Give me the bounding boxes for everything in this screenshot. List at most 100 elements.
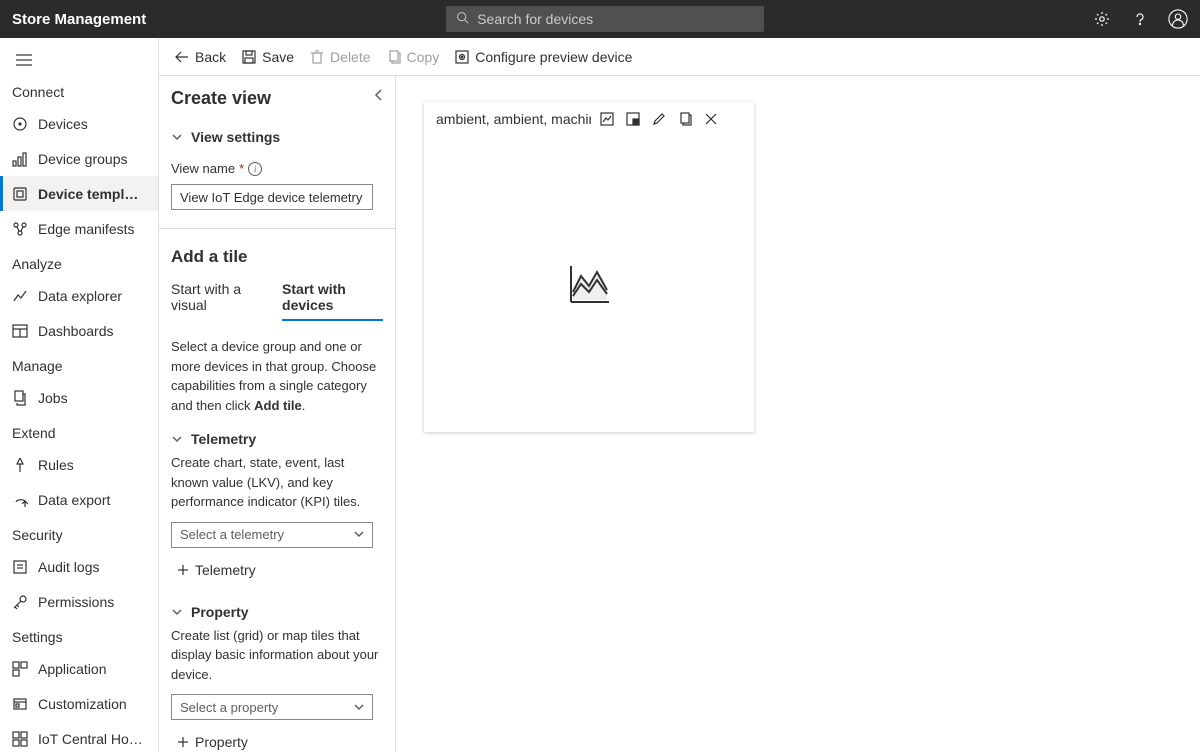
save-label: Save (262, 49, 294, 65)
copy-button[interactable]: Copy (387, 49, 440, 65)
sidebar-item-customization[interactable]: Customization (0, 686, 158, 721)
account-icon[interactable] (1168, 9, 1188, 29)
rules-icon (12, 457, 28, 473)
nav-label: Application (38, 661, 146, 677)
dashboards-icon (12, 323, 28, 339)
add-property-link[interactable]: Property (171, 734, 383, 750)
app-header: Store Management (0, 0, 1200, 38)
sidebar-item-device-templates[interactable]: Device templates (0, 176, 158, 211)
jobs-icon (12, 390, 28, 406)
toolbar: Back Save Delete Copy Configure preview … (159, 38, 1200, 76)
tile-close-icon[interactable] (703, 111, 719, 127)
telemetry-desc: Create chart, state, event, last known v… (171, 453, 383, 512)
sidebar: Connect Devices Device groups Device tem… (0, 38, 159, 752)
app-title: Store Management (12, 11, 146, 28)
sidebar-item-permissions[interactable]: Permissions (0, 584, 158, 619)
telemetry-placeholder: Select a telemetry (180, 527, 284, 542)
nav-label: Dashboards (38, 323, 146, 339)
nav-label: Rules (38, 457, 146, 473)
property-placeholder: Select a property (180, 700, 278, 715)
nav-label: Permissions (38, 594, 146, 610)
view-settings-label: View settings (191, 129, 280, 145)
permissions-icon (12, 594, 28, 610)
sidebar-item-jobs[interactable]: Jobs (0, 380, 158, 415)
nav-label: Device templates (38, 186, 146, 202)
panel-heading: Create view (171, 88, 271, 109)
property-select[interactable]: Select a property (171, 694, 373, 720)
tile-edit-icon[interactable] (651, 111, 667, 127)
tile-size-icon[interactable] (625, 111, 641, 127)
back-button[interactable]: Back (175, 49, 226, 65)
search-icon (456, 11, 469, 27)
device-groups-icon (12, 151, 28, 167)
add-telemetry-link[interactable]: Telemetry (171, 562, 383, 578)
sidebar-item-data-export[interactable]: Data export (0, 482, 158, 517)
telemetry-toggle[interactable]: Telemetry (171, 425, 383, 453)
sidebar-item-iot-central-home[interactable]: IoT Central Home (0, 721, 158, 752)
preview-tile[interactable]: ambient, ambient, machine, machine (424, 102, 754, 432)
search-box[interactable] (446, 6, 764, 32)
tile-chart-type-icon[interactable] (599, 111, 615, 127)
copy-label: Copy (407, 49, 440, 65)
chevron-down-icon (171, 606, 183, 618)
hamburger-menu[interactable] (0, 46, 158, 74)
sidebar-item-data-explorer[interactable]: Data explorer (0, 278, 158, 313)
nav-label: Device groups (38, 151, 146, 167)
sidebar-item-rules[interactable]: Rules (0, 447, 158, 482)
chevron-down-icon (354, 527, 364, 542)
edge-manifests-icon (12, 221, 28, 237)
data-export-icon (12, 492, 28, 508)
nav-label: Edge manifests (38, 221, 146, 237)
property-toggle[interactable]: Property (171, 598, 383, 626)
telemetry-select[interactable]: Select a telemetry (171, 522, 373, 548)
data-explorer-icon (12, 288, 28, 304)
configure-preview-button[interactable]: Configure preview device (455, 49, 632, 65)
nav-section-security: Security (0, 517, 158, 549)
sidebar-item-edge-manifests[interactable]: Edge manifests (0, 211, 158, 246)
tile-header: ambient, ambient, machine, machine (424, 102, 754, 136)
search-input[interactable] (477, 11, 754, 27)
device-templates-icon (12, 186, 28, 202)
devices-icon (12, 116, 28, 132)
property-label: Property (191, 604, 249, 620)
configure-label: Configure preview device (475, 49, 632, 65)
placeholder-chart-icon (567, 264, 611, 304)
view-name-input[interactable] (171, 184, 373, 210)
nav-section-connect: Connect (0, 74, 158, 106)
tab-start-devices[interactable]: Start with devices (282, 281, 383, 321)
nav-label: Data export (38, 492, 146, 508)
sidebar-item-application[interactable]: Application (0, 651, 158, 686)
chevron-down-icon (171, 131, 183, 143)
nav-label: Audit logs (38, 559, 146, 575)
sidebar-item-device-groups[interactable]: Device groups (0, 141, 158, 176)
create-view-panel: Create view View settings View name * i … (159, 76, 396, 752)
audit-logs-icon (12, 559, 28, 575)
collapse-panel-button[interactable] (373, 88, 385, 104)
sidebar-item-dashboards[interactable]: Dashboards (0, 313, 158, 348)
chevron-down-icon (354, 700, 364, 715)
settings-gear-icon[interactable] (1092, 9, 1112, 29)
required-icon: * (239, 161, 244, 176)
tile-body (424, 136, 754, 432)
add-tile-tabs: Start with a visual Start with devices (171, 281, 383, 321)
telemetry-label: Telemetry (191, 431, 256, 447)
tab-start-visual[interactable]: Start with a visual (171, 281, 264, 321)
chevron-down-icon (171, 433, 183, 445)
view-settings-toggle[interactable]: View settings (171, 123, 383, 151)
nav-label: Jobs (38, 390, 146, 406)
save-button[interactable]: Save (242, 49, 294, 65)
nav-section-analyze: Analyze (0, 246, 158, 278)
delete-label: Delete (330, 49, 370, 65)
tile-copy-icon[interactable] (677, 111, 693, 127)
add-tile-heading: Add a tile (171, 247, 383, 267)
help-icon[interactable] (1130, 9, 1150, 29)
sidebar-item-devices[interactable]: Devices (0, 106, 158, 141)
nav-label: Customization (38, 696, 146, 712)
delete-button[interactable]: Delete (310, 49, 370, 65)
canvas-area[interactable]: ambient, ambient, machine, machine (396, 76, 1200, 752)
nav-section-extend: Extend (0, 415, 158, 447)
nav-section-manage: Manage (0, 348, 158, 380)
sidebar-item-audit-logs[interactable]: Audit logs (0, 549, 158, 584)
nav-label: IoT Central Home (38, 731, 146, 747)
info-icon[interactable]: i (248, 162, 262, 176)
